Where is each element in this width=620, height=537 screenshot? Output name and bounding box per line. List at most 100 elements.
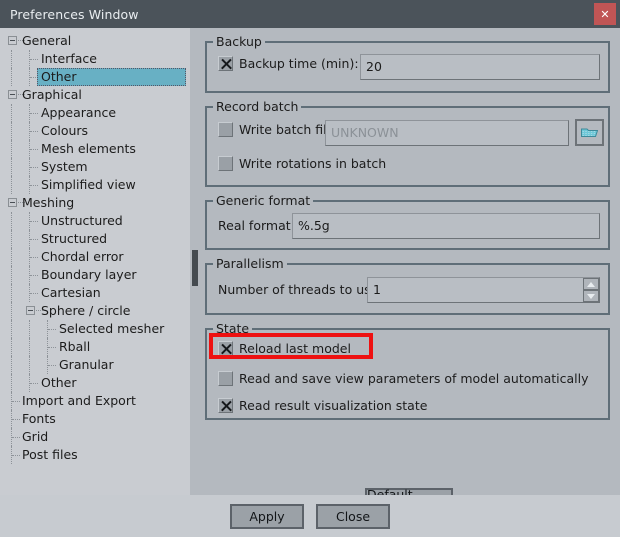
tree-item-selected-mesher[interactable]: Selected mesher bbox=[0, 320, 190, 338]
close-button[interactable]: Close bbox=[316, 504, 390, 529]
tree-item-other[interactable]: Other bbox=[0, 68, 190, 86]
backup-time-input[interactable]: 20 bbox=[360, 54, 600, 80]
threads-spinner-down[interactable] bbox=[583, 290, 599, 302]
tree-item-unstructured[interactable]: Unstructured bbox=[0, 212, 190, 230]
backup-time-checkbox[interactable] bbox=[218, 56, 233, 71]
tree-item-chordal-error[interactable]: Chordal error bbox=[0, 248, 190, 266]
tree-item-post-files[interactable]: Post files bbox=[0, 446, 190, 464]
parallelism-group-title: Parallelism bbox=[213, 256, 287, 271]
reload-last-model-label: Reload last model bbox=[239, 341, 351, 356]
batch-file-input[interactable]: UNKNOWN bbox=[325, 120, 569, 146]
preferences-category-tree[interactable]: General Interface Other Graphical Appearance… bbox=[0, 28, 190, 495]
tree-guide bbox=[11, 158, 13, 176]
browse-batch-file-button[interactable] bbox=[575, 119, 604, 146]
close-icon: ✕ bbox=[600, 7, 610, 21]
tree-item-label: Graphical bbox=[22, 87, 82, 102]
tree-guide bbox=[11, 212, 13, 230]
tree-connector bbox=[12, 419, 20, 421]
tree-item-label: Simplified view bbox=[41, 177, 136, 192]
tree-item-grid[interactable]: Grid bbox=[0, 428, 190, 446]
tree-item-sphere-circle[interactable]: Sphere / circle bbox=[0, 302, 190, 320]
write-rotations-label: Write rotations in batch bbox=[239, 156, 387, 171]
tree-connector bbox=[30, 167, 38, 169]
tree-guide bbox=[11, 338, 13, 356]
write-batch-file-checkbox[interactable] bbox=[218, 122, 233, 137]
tree-item-label: Cartesian bbox=[41, 285, 101, 300]
tree-item-graphical[interactable]: Graphical bbox=[0, 86, 190, 104]
tree-item-label: System bbox=[41, 159, 88, 174]
tree-item-granular[interactable]: Granular bbox=[0, 356, 190, 374]
tree-item-other[interactable]: Other bbox=[0, 374, 190, 392]
tree-item-mesh-elements[interactable]: Mesh elements bbox=[0, 140, 190, 158]
tree-item-meshing[interactable]: Meshing bbox=[0, 194, 190, 212]
close-window-button[interactable]: ✕ bbox=[594, 3, 616, 25]
tree-connector bbox=[12, 401, 20, 403]
tree-collapse-icon[interactable] bbox=[8, 36, 17, 45]
chevron-up-icon bbox=[587, 281, 595, 287]
tree-item-system[interactable]: System bbox=[0, 158, 190, 176]
tree-item-boundary-layer[interactable]: Boundary layer bbox=[0, 266, 190, 284]
tree-item-label: Granular bbox=[59, 357, 114, 372]
tree-collapse-icon[interactable] bbox=[8, 90, 17, 99]
default-values-button[interactable]: Default values bbox=[365, 487, 453, 495]
tree-item-label: Mesh elements bbox=[41, 141, 136, 156]
backup-group: Backup Backup time (min): 20 bbox=[205, 34, 610, 93]
apply-button[interactable]: Apply bbox=[230, 504, 304, 529]
tree-item-import-and-export[interactable]: Import and Export bbox=[0, 392, 190, 410]
tree-connector bbox=[30, 257, 38, 259]
tree-connector bbox=[30, 113, 38, 115]
tree-collapse-icon[interactable] bbox=[8, 198, 17, 207]
record-batch-group: Record batch Write batch file: UNKNOWN W… bbox=[205, 99, 610, 187]
tree-connector bbox=[48, 365, 56, 367]
real-format-label: Real format: bbox=[218, 218, 295, 233]
tree-item-label: Selected mesher bbox=[59, 321, 165, 336]
tree-connector bbox=[12, 455, 20, 457]
write-rotations-checkbox[interactable] bbox=[218, 156, 233, 171]
tree-collapse-icon[interactable] bbox=[26, 306, 35, 315]
tree-item-appearance[interactable]: Appearance bbox=[0, 104, 190, 122]
tree-connector bbox=[30, 149, 38, 151]
backup-time-label: Backup time (min): bbox=[239, 56, 359, 71]
tree-guide bbox=[29, 320, 31, 338]
read-result-visualization-checkbox[interactable] bbox=[218, 398, 233, 413]
folder-icon bbox=[581, 128, 598, 137]
tree-item-label: Colours bbox=[41, 123, 89, 138]
tree-item-label: Sphere / circle bbox=[41, 303, 131, 318]
tree-guide bbox=[11, 320, 13, 338]
dialog-button-bar: Apply Close bbox=[0, 495, 620, 537]
tree-connector bbox=[30, 131, 38, 133]
real-format-input[interactable]: %.5g bbox=[292, 213, 600, 239]
generic-format-group: Generic format Real format: %.5g bbox=[205, 193, 610, 250]
tree-connector bbox=[30, 275, 38, 277]
threads-spinner-up[interactable] bbox=[583, 278, 599, 290]
tree-item-label: Grid bbox=[22, 429, 49, 444]
tree-item-colours[interactable]: Colours bbox=[0, 122, 190, 140]
tree-guide bbox=[11, 176, 13, 194]
write-batch-file-label: Write batch file: bbox=[239, 122, 339, 137]
tree-connector bbox=[30, 383, 38, 385]
tree-connector bbox=[30, 59, 38, 61]
chevron-down-icon bbox=[587, 293, 595, 299]
tree-item-label: Fonts bbox=[22, 411, 56, 426]
tree-guide bbox=[29, 356, 31, 374]
reload-last-model-checkbox[interactable] bbox=[218, 341, 233, 356]
tree-item-general[interactable]: General bbox=[0, 32, 190, 50]
tree-item-fonts[interactable]: Fonts bbox=[0, 410, 190, 428]
tree-item-simplified-view[interactable]: Simplified view bbox=[0, 176, 190, 194]
tree-item-label: Chordal error bbox=[41, 249, 124, 264]
threads-input[interactable]: 1 bbox=[367, 277, 600, 303]
tree-item-cartesian[interactable]: Cartesian bbox=[0, 284, 190, 302]
tree-item-label: Meshing bbox=[22, 195, 75, 210]
tree-item-interface[interactable]: Interface bbox=[0, 50, 190, 68]
read-save-view-checkbox[interactable] bbox=[218, 371, 233, 386]
content-scrollbar-thumb[interactable] bbox=[192, 250, 198, 286]
tree-guide bbox=[11, 104, 13, 122]
tree-item-rball[interactable]: Rball bbox=[0, 338, 190, 356]
tree-item-label: General bbox=[22, 33, 72, 48]
threads-spinner[interactable] bbox=[583, 278, 599, 302]
tree-guide bbox=[11, 140, 13, 158]
preferences-content-panel: Backup Backup time (min): 20 Record batc… bbox=[190, 28, 620, 495]
threads-label: Number of threads to use: bbox=[218, 282, 383, 297]
parallelism-group: Parallelism Number of threads to use: 1 bbox=[205, 256, 610, 315]
tree-item-structured[interactable]: Structured bbox=[0, 230, 190, 248]
